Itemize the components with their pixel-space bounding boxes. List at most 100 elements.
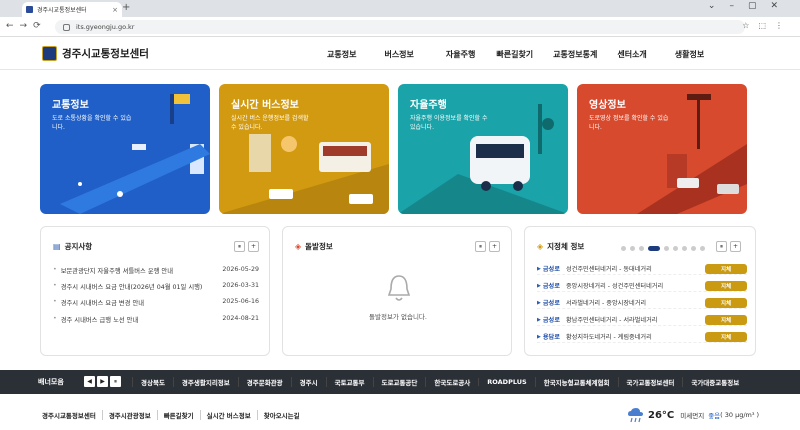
- alert-icon: ◈: [295, 242, 302, 251]
- nav-traffic-stats[interactable]: 교통정보통계: [553, 49, 597, 60]
- congestion-item[interactable]: ▶ 금성로 서라벌네거리 - 중앙시장네거리 지체: [537, 297, 747, 309]
- card-bus-info[interactable]: 실시간 버스정보 실시간 버스 운행정보를 검색할 수 있습니다.: [219, 84, 389, 214]
- road-name: 금성로: [542, 300, 560, 307]
- toolbar-icons[interactable]: ☆⬚⋮: [742, 21, 792, 30]
- more-plus-icon[interactable]: +: [730, 241, 741, 252]
- banner-link[interactable]: 경상북도: [132, 377, 173, 387]
- banner-strip: 배너모음 ◀ ▶ ⏸ 경상북도 경주생활지리정보 경주문화관광 경주시 국토교통…: [0, 370, 800, 394]
- road-section: 성건주민센터네거리 - 동대네거리: [565, 266, 652, 273]
- site-logo[interactable]: 경주시교통정보센터: [42, 46, 149, 61]
- congestion-item[interactable]: ▶ 금성로 황남주민센터네거리 - 서라벌네거리 지체: [537, 314, 747, 326]
- banner-link[interactable]: 경주문화관광: [237, 377, 291, 387]
- notice-title-text: 공지사항: [64, 242, 93, 251]
- card-title: 자율주행: [410, 100, 447, 111]
- card-traffic-info[interactable]: 교통정보 도로 소통상황을 확인할 수 있습니다.: [40, 84, 210, 214]
- notice-text: 경주시 시내버스 요금 안내(2026년 04월 01일 시행): [60, 284, 203, 291]
- notice-date: 2025-06-16: [222, 298, 259, 305]
- footer: 경주시교통정보센터 경주시관광정보 빠른길찾기 실시간 버스정보 찾아오시는길 …: [0, 400, 800, 430]
- card-title: 영상정보: [589, 100, 626, 111]
- footer-link[interactable]: 경주시관광정보: [101, 410, 157, 420]
- weather-widget: 26°C 미세먼지 좋음 ( 30 μg/m³ ): [626, 407, 759, 423]
- pause-icon[interactable]: ⏸: [716, 241, 727, 252]
- notice-title: ▤ 공지사항: [53, 241, 92, 252]
- banner-link[interactable]: 국가교통정보센터: [617, 377, 683, 387]
- pause-icon[interactable]: ⏸: [475, 241, 486, 252]
- nav-traffic-info[interactable]: 교통정보: [327, 49, 356, 60]
- close-tab-icon[interactable]: ×: [112, 6, 118, 14]
- notice-text: 경주시 시내버스 요금 변경 안내: [60, 300, 145, 307]
- congestion-item[interactable]: ▶ 용담로 황성지하도네거리 - 계림중네거리 지체: [537, 331, 747, 343]
- notice-item[interactable]: • 경주 시내버스 급행 노선 안내 2024-08-21: [53, 315, 259, 324]
- notice-item[interactable]: • 경주시 시내버스 요금 안내(2026년 04월 01일 시행) 2026-03…: [53, 282, 259, 291]
- nav-route-search[interactable]: 빠른길찾기: [496, 49, 533, 60]
- site-info-icon[interactable]: [63, 23, 70, 31]
- pagination-dots[interactable]: [621, 246, 709, 251]
- dust-value: ( 30 μg/m³ ): [720, 411, 760, 419]
- banner-link[interactable]: 경주생활지리정보: [172, 377, 238, 387]
- banner-link[interactable]: 국가대중교통정보: [682, 377, 747, 387]
- road-section: 황성지하도네거리 - 계림중네거리: [565, 334, 652, 341]
- congestion-panel: ◈ 지정체 정보 ⏸ + ▶ 금성로 성건주민센터네거리 - 동대네거리 지체 ▶ 금성…: [524, 226, 756, 356]
- nav-autonomous[interactable]: 자율주행: [446, 49, 475, 60]
- nav-center-intro[interactable]: 센터소개: [617, 49, 646, 60]
- footer-link[interactable]: 실시간 버스정보: [199, 410, 257, 420]
- banner-pause-icon[interactable]: ⏸: [110, 376, 121, 387]
- browser-tabbar: 경주시교통정보센터 × + ⌄–▢✕: [0, 0, 800, 17]
- pause-icon[interactable]: ⏸: [234, 241, 245, 252]
- card-title: 교통정보: [52, 100, 89, 111]
- nav-bus-info[interactable]: 버스정보: [384, 49, 413, 60]
- road-section: 서라벌네거리 - 중앙시장네거리: [565, 300, 647, 307]
- browser-tab[interactable]: 경주시교통정보센터 ×: [22, 2, 122, 17]
- status-badge: 지체: [705, 297, 747, 308]
- road-name: 용담로: [542, 334, 560, 341]
- incident-title: ◈ 돌발정보: [295, 241, 333, 252]
- banner-link[interactable]: 한국지능형교통체계협회: [534, 377, 618, 387]
- logo-text: 경주시교통정보센터: [62, 48, 149, 60]
- notice-icon: ▤: [53, 242, 61, 251]
- bell-icon: [387, 275, 411, 301]
- notice-text: 보문관광단지 자율주행 셔틀버스 운행 안내: [60, 268, 174, 275]
- nav-life-info[interactable]: 생활정보: [675, 49, 704, 60]
- rain-cloud-icon: [628, 408, 643, 423]
- banner-label: 배너모음: [38, 378, 64, 386]
- banner-prev-icon[interactable]: ◀: [84, 376, 95, 387]
- more-plus-icon[interactable]: +: [248, 241, 259, 252]
- card-autonomous[interactable]: 자율주행 자율주행 이용정보를 확인할 수 있습니다.: [398, 84, 568, 214]
- banner-link[interactable]: 경주시: [290, 377, 326, 387]
- more-plus-icon[interactable]: +: [489, 241, 500, 252]
- footer-link[interactable]: 찾아오시는길: [256, 410, 306, 420]
- nav-buttons[interactable]: ←→⟳: [6, 21, 47, 31]
- banner-link[interactable]: 도로교통공단: [372, 377, 426, 387]
- road-name: 금성로: [542, 266, 560, 273]
- incident-controls: ⏸ +: [472, 241, 500, 252]
- banner-controls: ◀ ▶ ⏸: [84, 376, 123, 387]
- banner-link[interactable]: 한국도로공사: [425, 377, 478, 387]
- footer-link[interactable]: 경주시교통정보센터: [42, 410, 102, 420]
- incident-empty-text: 돌발정보가 없습니다.: [369, 313, 427, 321]
- card-title: 실시간 버스정보: [231, 100, 299, 111]
- card-desc: 도로영상 정보를 확인할 수 있습니다.: [589, 115, 669, 131]
- status-badge: 지체: [705, 314, 747, 325]
- notice-item[interactable]: • 보문관광단지 자율주행 셔틀버스 운행 안내 2026-05-29: [53, 266, 259, 275]
- card-desc: 자율주행 이용정보를 확인할 수 있습니다.: [410, 115, 488, 131]
- banner-next-icon[interactable]: ▶: [97, 376, 108, 387]
- notice-controls: ⏸ +: [231, 241, 259, 252]
- status-badge: 지체: [705, 331, 747, 342]
- congestion-item[interactable]: ▶ 금성로 중앙시장네거리 - 성건주민센터네거리 지체: [537, 280, 747, 292]
- card-cctv-info[interactable]: 영상정보 도로영상 정보를 확인할 수 있습니다.: [577, 84, 747, 214]
- incident-panel: ◈ 돌발정보 ⏸ + 돌발정보가 없습니다.: [282, 226, 512, 356]
- congestion-item[interactable]: ▶ 금성로 성건주민센터네거리 - 동대네거리 지체: [537, 263, 747, 275]
- footer-links: 경주시교통정보센터 경주시관광정보 빠른길찾기 실시간 버스정보 찾아오시는길: [42, 410, 306, 420]
- footer-link[interactable]: 빠른길찾기: [156, 410, 200, 420]
- banner-link[interactable]: 국토교통부: [325, 377, 373, 387]
- window-controls[interactable]: ⌄–▢✕: [708, 1, 792, 11]
- temperature: 26°C: [648, 409, 675, 421]
- incident-title-text: 돌발정보: [305, 242, 333, 251]
- road-name: 금성로: [542, 317, 560, 324]
- new-tab-button[interactable]: +: [122, 2, 130, 13]
- banner-link[interactable]: ROADPLUS: [478, 378, 534, 386]
- url-field[interactable]: its.gyeongju.go.kr: [55, 20, 745, 34]
- url-text: its.gyeongju.go.kr: [76, 23, 135, 31]
- road-section: 황남주민센터네거리 - 서라벌네거리: [565, 317, 658, 324]
- notice-item[interactable]: • 경주시 시내버스 요금 변경 안내 2025-06-16: [53, 298, 259, 307]
